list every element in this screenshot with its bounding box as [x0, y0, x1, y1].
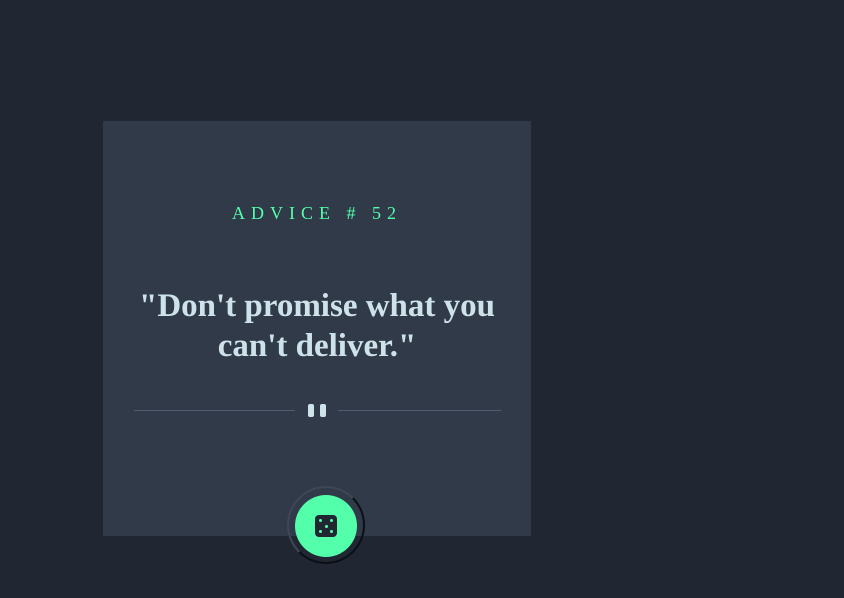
generate-advice-button[interactable]: [295, 495, 357, 557]
dice-icon: [315, 515, 337, 537]
advice-id-label: ADVICE # 52: [232, 203, 402, 223]
divider-line-right: [338, 410, 501, 411]
divider-line-left: [134, 410, 295, 411]
advice-quote: "Don't promise what you can't deliver.": [139, 288, 495, 364]
advice-id-heading: ADVICE # 52: [103, 203, 531, 224]
divider: [134, 402, 501, 420]
pause-icon: [308, 404, 326, 418]
